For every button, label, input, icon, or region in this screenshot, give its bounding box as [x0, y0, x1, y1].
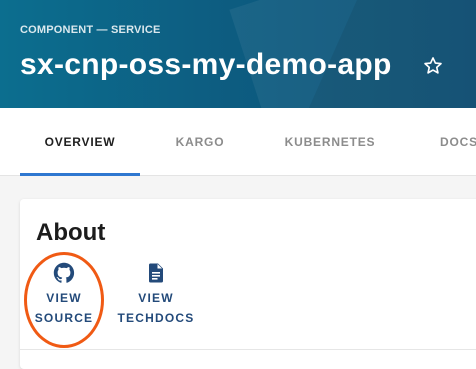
- tab-kargo[interactable]: KARGO: [150, 108, 250, 176]
- highlight-circle-annotation: [24, 252, 104, 348]
- tab-bar: OVERVIEW KARGO KUBERNETES DOCS: [0, 108, 476, 176]
- component-type-label: COMPONENT — SERVICE: [20, 24, 161, 36]
- star-outline-icon[interactable]: [422, 55, 444, 77]
- tab-label: OVERVIEW: [44, 135, 116, 149]
- page-title: sx-cnp-oss-my-demo-app: [20, 48, 392, 81]
- tab-docs[interactable]: DOCS: [440, 108, 476, 176]
- view-techdocs-link[interactable]: VIEW TECHDOCS: [116, 261, 196, 328]
- document-icon: [148, 263, 163, 283]
- about-card-title: About: [36, 219, 106, 246]
- page-header: COMPONENT — SERVICE sx-cnp-oss-my-demo-a…: [0, 0, 476, 108]
- card-divider: [20, 349, 476, 350]
- tab-kubernetes[interactable]: KUBERNETES: [270, 108, 390, 176]
- tab-label: KARGO: [175, 135, 225, 149]
- tab-overview[interactable]: OVERVIEW: [20, 108, 140, 176]
- view-techdocs-line2: TECHDOCS: [117, 311, 195, 325]
- tab-label: KUBERNETES: [284, 135, 376, 149]
- tab-label: DOCS: [440, 135, 476, 149]
- active-tab-indicator: [20, 173, 140, 176]
- view-techdocs-line1: VIEW: [138, 291, 174, 305]
